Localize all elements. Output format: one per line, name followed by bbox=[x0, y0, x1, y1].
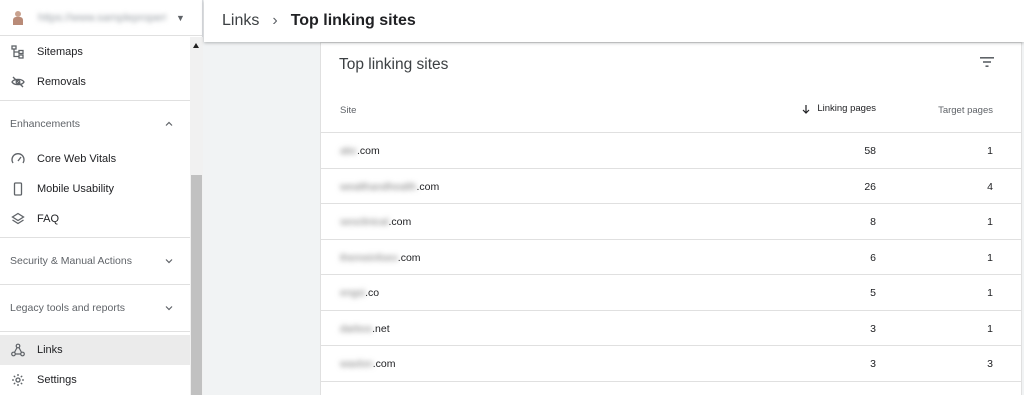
column-header-site[interactable]: Site bbox=[340, 105, 356, 116]
sort-arrow-down-icon bbox=[802, 104, 810, 114]
site-tld: .com bbox=[388, 216, 412, 228]
section-security[interactable]: Security & Manual Actions bbox=[0, 241, 190, 281]
sidebar-item-settings[interactable]: Settings bbox=[0, 365, 190, 395]
site-cell: waxlon .com bbox=[340, 358, 395, 370]
dropdown-caret-icon: ▼ bbox=[176, 12, 185, 23]
sidebar-item-removals[interactable]: Removals bbox=[0, 67, 190, 97]
sidebar-item-core-web-vitals[interactable]: Core Web Vitals bbox=[0, 144, 190, 174]
site-cell: engsi .co bbox=[340, 287, 379, 299]
site-tld: .com bbox=[397, 251, 421, 264]
site-tld: .com bbox=[416, 180, 440, 193]
table-row[interactable]: darbos .net 3 1 bbox=[321, 311, 1021, 346]
chevron-down-icon bbox=[165, 306, 173, 311]
page-header: Links › Top linking sites bbox=[204, 0, 1024, 42]
card-title: Top linking sites bbox=[339, 56, 449, 73]
property-avatar bbox=[12, 10, 24, 25]
site-name-redacted: seoclinical bbox=[340, 216, 389, 228]
sidebar-item-label: Sitemaps bbox=[37, 46, 83, 58]
chevron-down-icon bbox=[165, 259, 173, 264]
target-pages-cell: 1 bbox=[987, 145, 993, 157]
sidebar-item-links[interactable]: Links bbox=[0, 335, 190, 365]
sidebar-item-faq[interactable]: FAQ bbox=[0, 204, 190, 234]
linking-pages-cell: 8 bbox=[870, 216, 876, 228]
sidebar-item-label: Links bbox=[37, 344, 63, 356]
table-row[interactable]: engsi .co 5 1 bbox=[321, 275, 1021, 311]
sidebar-item-label: Mobile Usability bbox=[37, 183, 115, 195]
site-name-redacted: waxlon bbox=[340, 358, 373, 370]
column-header-linking-pages[interactable]: Linking pages bbox=[801, 103, 876, 114]
smartphone-icon bbox=[10, 181, 26, 197]
linking-pages-cell: 26 bbox=[864, 180, 876, 193]
site-cell: darbos .net bbox=[340, 323, 390, 335]
sidebar-item-label: Core Web Vitals bbox=[37, 153, 117, 165]
target-pages-cell: 1 bbox=[987, 251, 993, 264]
breadcrumb-links[interactable]: Links bbox=[222, 12, 259, 30]
section-legacy[interactable]: Legacy tools and reports bbox=[0, 288, 190, 328]
linking-pages-cell: 3 bbox=[870, 322, 876, 335]
property-url: https://www.sampleproperty.com/ bbox=[38, 11, 166, 24]
target-pages-cell: 1 bbox=[987, 322, 993, 335]
site-cell: seoclinical .com bbox=[340, 216, 411, 228]
sidebar-item-sitemaps[interactable]: Sitemaps bbox=[0, 37, 190, 67]
table-row[interactable]: waxlon .com 3 3 bbox=[321, 346, 1021, 382]
target-pages-cell: 4 bbox=[987, 180, 993, 193]
section-enhancements[interactable]: Enhancements bbox=[0, 104, 190, 144]
table-row[interactable]: wealthandhealth .com 26 4 bbox=[321, 169, 1021, 204]
eye-off-icon bbox=[10, 74, 26, 90]
chevron-up-icon bbox=[165, 121, 173, 126]
table-header: Site Linking pages Target pages bbox=[321, 91, 1021, 133]
site-name-redacted: wealthandhealth bbox=[340, 180, 417, 193]
linking-pages-cell: 5 bbox=[870, 287, 876, 299]
site-cell: abc .com bbox=[340, 145, 380, 157]
sidebar-nav: Sitemaps Removals Enhancements Core Web … bbox=[0, 37, 190, 395]
section-label: Security & Manual Actions bbox=[10, 255, 132, 267]
linking-pages-cell: 58 bbox=[864, 145, 876, 157]
divider bbox=[0, 284, 190, 285]
sidebar-item-label: FAQ bbox=[37, 213, 60, 225]
site-name-redacted: abc bbox=[340, 145, 357, 157]
divider bbox=[0, 100, 190, 101]
site-name-redacted: themeinfoeo bbox=[340, 251, 398, 264]
site-tld: .com bbox=[356, 145, 380, 157]
table-row[interactable]: abc .com 58 1 bbox=[321, 133, 1021, 169]
column-label: Linking pages bbox=[817, 103, 876, 114]
hub-icon bbox=[10, 342, 26, 358]
scroll-up-arrow-icon[interactable] bbox=[193, 43, 199, 48]
site-name-redacted: darbos bbox=[340, 322, 373, 335]
target-pages-cell: 1 bbox=[987, 287, 993, 299]
sidebar-item-mobile-usability[interactable]: Mobile Usability bbox=[0, 174, 190, 204]
target-pages-cell: 1 bbox=[987, 216, 993, 228]
divider bbox=[0, 331, 190, 332]
top-linking-sites-card: Top linking sites Site Linking pages Tar… bbox=[320, 42, 1022, 395]
scrollbar-thumb[interactable] bbox=[191, 175, 202, 395]
table-row[interactable]: themeinfoeo .com 6 1 bbox=[321, 240, 1021, 275]
linking-pages-cell: 6 bbox=[870, 251, 876, 264]
table-row[interactable]: seoclinical .com 8 1 bbox=[321, 204, 1021, 240]
site-tld: .net bbox=[372, 322, 390, 335]
sidebar-scrollbar[interactable] bbox=[190, 37, 203, 395]
property-selector[interactable]: https://www.sampleproperty.com/ ▼ bbox=[0, 0, 202, 36]
site-tld: .com bbox=[372, 358, 396, 370]
breadcrumb-separator-icon: › bbox=[272, 12, 278, 29]
sitemap-icon bbox=[10, 44, 26, 60]
table-body: abc .com 58 1 wealthandhealth .com 26 4 se… bbox=[321, 133, 1021, 382]
sidebar: https://www.sampleproperty.com/ ▼ Sitema… bbox=[0, 0, 203, 395]
column-header-target-pages[interactable]: Target pages bbox=[938, 105, 993, 116]
gauge-icon bbox=[10, 151, 26, 167]
site-cell: wealthandhealth .com bbox=[340, 181, 439, 193]
sidebar-item-label: Removals bbox=[37, 76, 86, 88]
gear-icon bbox=[10, 372, 26, 388]
layers-icon bbox=[10, 211, 26, 227]
divider bbox=[0, 237, 190, 238]
site-cell: themeinfoeo .com bbox=[340, 252, 421, 264]
filter-icon[interactable] bbox=[979, 55, 995, 69]
section-label: Legacy tools and reports bbox=[10, 302, 125, 314]
site-tld: .co bbox=[365, 287, 380, 299]
sidebar-item-label: Settings bbox=[37, 374, 77, 386]
page-title: Top linking sites bbox=[290, 12, 416, 29]
section-label: Enhancements bbox=[10, 118, 81, 130]
site-name-redacted: engsi bbox=[340, 287, 366, 299]
target-pages-cell: 3 bbox=[987, 358, 993, 370]
linking-pages-cell: 3 bbox=[870, 358, 876, 370]
